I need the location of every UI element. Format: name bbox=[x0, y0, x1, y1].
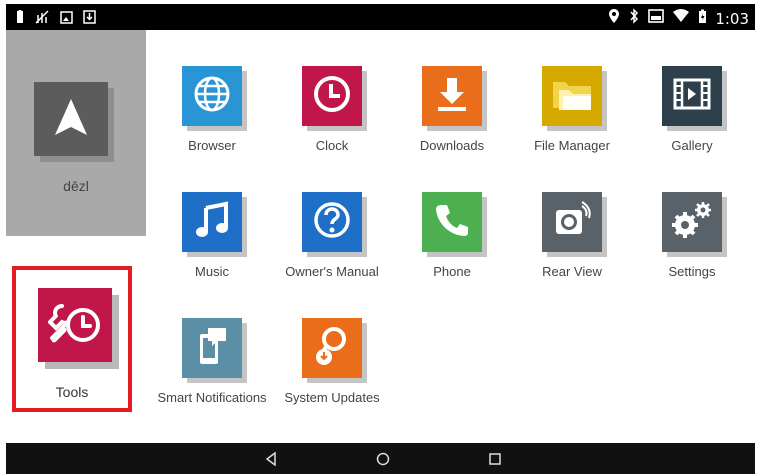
app-browser[interactable]: Browser bbox=[152, 66, 272, 176]
wifi-icon bbox=[672, 9, 690, 28]
app-label: Music bbox=[195, 264, 229, 279]
no-signal-icon bbox=[34, 9, 50, 30]
status-bar: 1:03 bbox=[6, 4, 755, 30]
clock-icon bbox=[312, 74, 352, 119]
app-label: Owner's Manual bbox=[285, 264, 379, 279]
app-clock[interactable]: Clock bbox=[272, 66, 392, 176]
dezl-app-label: dēzl bbox=[63, 178, 89, 194]
music-note-icon bbox=[194, 200, 230, 245]
camera-icon bbox=[552, 200, 592, 245]
app-file-manager[interactable]: File Manager bbox=[512, 66, 632, 176]
battery-charging-icon bbox=[698, 9, 707, 29]
status-time: 1:03 bbox=[715, 9, 749, 28]
app-gallery[interactable]: Gallery bbox=[632, 66, 752, 176]
image-icon bbox=[60, 10, 73, 29]
app-smart-notifications[interactable]: Smart Notifications bbox=[152, 318, 272, 428]
help-icon bbox=[312, 200, 352, 245]
download-icon bbox=[434, 74, 470, 119]
app-drawer: dēzl Tools Browser Clock Downloads File … bbox=[6, 30, 755, 443]
dezl-app-panel[interactable]: dēzl bbox=[6, 30, 146, 236]
app-label: Browser bbox=[188, 138, 236, 153]
back-icon[interactable] bbox=[262, 450, 280, 468]
dezl-app-tile[interactable] bbox=[34, 82, 114, 162]
app-label: Clock bbox=[315, 138, 349, 153]
folder-icon bbox=[551, 76, 593, 117]
map-pin-update-icon bbox=[314, 325, 350, 372]
download-icon bbox=[83, 10, 96, 29]
tools-app-highlight[interactable]: Tools bbox=[12, 266, 132, 412]
gears-icon bbox=[670, 200, 714, 245]
app-phone[interactable]: Phone bbox=[392, 192, 512, 302]
app-label: File Manager bbox=[534, 138, 610, 153]
tools-icon bbox=[47, 298, 102, 353]
recents-icon[interactable] bbox=[486, 450, 504, 468]
app-label: Rear View bbox=[542, 264, 602, 279]
globe-icon bbox=[192, 74, 232, 119]
battery-icon bbox=[16, 10, 24, 29]
location-icon bbox=[608, 8, 620, 29]
app-music[interactable]: Music bbox=[152, 192, 272, 302]
cast-icon bbox=[648, 9, 665, 28]
navigation-bar bbox=[6, 443, 755, 474]
phone-notification-icon bbox=[194, 326, 230, 371]
app-label: Smart Notifications bbox=[157, 390, 267, 405]
app-label: System Updates bbox=[284, 390, 380, 405]
tools-app-label: Tools bbox=[55, 384, 89, 400]
app-system-updates[interactable]: System Updates bbox=[272, 318, 392, 428]
app-settings[interactable]: Settings bbox=[632, 192, 752, 302]
app-label: Gallery bbox=[671, 138, 713, 153]
film-icon bbox=[672, 76, 712, 117]
app-downloads[interactable]: Downloads bbox=[392, 66, 512, 176]
navigation-arrow-icon bbox=[53, 97, 89, 142]
bluetooth-icon bbox=[628, 8, 640, 29]
tools-app-tile[interactable] bbox=[38, 288, 119, 369]
app-label: Settings bbox=[668, 264, 716, 279]
app-rear-view[interactable]: Rear View bbox=[512, 192, 632, 302]
home-icon[interactable] bbox=[374, 450, 392, 468]
app-label: Downloads bbox=[419, 138, 485, 153]
phone-icon bbox=[433, 201, 471, 244]
app-label: Phone bbox=[433, 264, 471, 279]
app-owners-manual[interactable]: Owner's Manual bbox=[272, 192, 392, 302]
